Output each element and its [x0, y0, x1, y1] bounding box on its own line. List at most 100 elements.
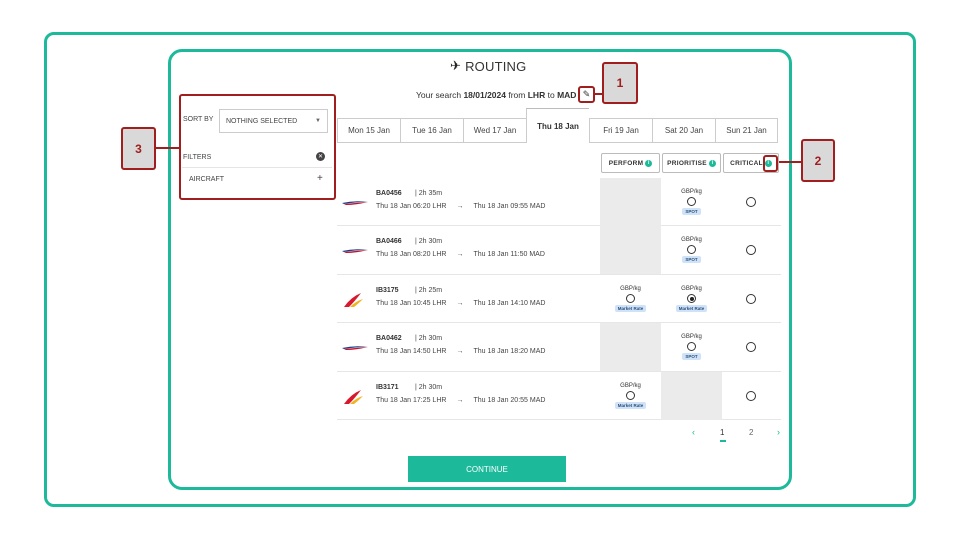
callout-2: 2 [801, 139, 835, 182]
perform-cell: GBP/kg Market Rate [600, 275, 661, 323]
flight-number: BA0456 [376, 190, 402, 197]
perform-cell [600, 226, 661, 275]
flight-row: BA0462 | 2h 30m Thu 18 Jan 14:50 LHR → Thu 1… [337, 323, 781, 372]
arrival: Thu 18 Jan 09:55 MAD [473, 203, 546, 210]
iberia-logo [341, 291, 369, 309]
rate-unit: GBP/kg [620, 285, 641, 292]
arrow-right-icon: → [456, 203, 464, 210]
clear-filters-icon[interactable]: ✕ [316, 152, 325, 161]
perform-cell [600, 178, 661, 226]
rate-radio[interactable] [687, 342, 696, 352]
flight-row: IB3175 | 2h 25m Thu 18 Jan 10:45 LHR → Thu 1… [337, 275, 781, 324]
critical-radio[interactable] [745, 197, 756, 207]
date-tab[interactable]: Fri 19 Jan [589, 118, 652, 143]
callout-3: 3 [121, 127, 156, 170]
flight-route: Thu 18 Jan 10:45 LHR → Thu 18 Jan 14:10 MA… [376, 300, 545, 307]
rate-tag: SPOT [682, 353, 701, 361]
rate-unit: GBP/kg [681, 237, 702, 244]
arrow-right-icon: → [456, 299, 464, 307]
rate-unit: GBP/kg [681, 189, 702, 195]
page-title-text: ROUTING [465, 58, 527, 74]
prioritise-cell: GBP/kg SPOT [661, 323, 722, 371]
prioritise-cell: GBP/kg SPOT [661, 226, 722, 274]
flight-number: IB3175 [376, 286, 399, 294]
sidebar-divider [182, 167, 332, 168]
sort-select[interactable]: NOTHING SELECTED ▼ [219, 109, 328, 133]
callout-2-connector [777, 161, 801, 163]
flight-row: BA0466 | 2h 30m Thu 18 Jan 08:20 LHR → Thu 1… [337, 226, 781, 275]
previous-page-icon[interactable]: ‹ [692, 427, 695, 437]
date-tab[interactable]: Tue 16 Jan [400, 118, 463, 143]
flight-number: BA0466 [376, 238, 402, 246]
flight-route: Thu 18 Jan 08:20 LHR → Thu 18 Jan 11:50 MA… [376, 251, 545, 258]
perform-cell [600, 323, 661, 372]
date-tab[interactable]: Sun 21 Jan [715, 118, 778, 143]
rate-radio[interactable] [626, 293, 635, 303]
rate-radio[interactable] [687, 197, 696, 206]
departure: Thu 18 Jan 14:50 LHR [376, 348, 447, 356]
rate-unit: GBP/kg [681, 285, 702, 292]
perform-cell: GBP/kg Market Rate [600, 372, 661, 420]
prioritise-cell: GBP/kg Market Rate [661, 275, 722, 323]
page-2[interactable]: 2 [749, 428, 753, 437]
critical-cell [720, 275, 781, 323]
critical-radio[interactable] [745, 293, 756, 304]
filters-label: FILTERS [183, 154, 212, 161]
flight-duration: | 2h 30m [415, 383, 443, 391]
iberia-logo [341, 388, 369, 406]
arrival: Thu 18 Jan 18:20 MAD [473, 348, 546, 356]
rate-tag: Market Rate [675, 304, 708, 312]
page-1[interactable]: 1 [720, 428, 724, 437]
arrow-right-icon: → [456, 396, 464, 404]
sort-select-value: NOTHING SELECTED [226, 117, 298, 125]
flight-route: Thu 18 Jan 06:20 LHR → Thu 18 Jan 09:55 MA… [376, 203, 545, 210]
rate-tag: Market Rate [614, 401, 647, 409]
info-icon[interactable]: i [645, 159, 653, 167]
rate-tag: Market Rate [614, 304, 647, 312]
info-icon[interactable]: i [708, 159, 716, 167]
critical-cell [720, 226, 781, 274]
page-title: ✈ ROUTING [450, 58, 526, 74]
aircraft-filter-label[interactable]: AIRCRAFT [189, 176, 224, 183]
search-summary: Your search 18/01/2024 from LHR to MAD [416, 90, 577, 100]
rate-radio[interactable] [687, 245, 696, 255]
arrival: Thu 18 Jan 11:50 MAD [473, 251, 545, 259]
critical-radio[interactable] [745, 342, 756, 353]
rate-radio[interactable] [687, 293, 696, 303]
critical-radio[interactable] [745, 245, 756, 256]
prioritise-cell: GBP/kg SPOT [661, 178, 722, 226]
next-page-icon[interactable]: › [777, 427, 780, 437]
flight-number: BA0462 [376, 335, 402, 343]
arrival: Thu 18 Jan 20:55 MAD [473, 396, 546, 404]
flight-duration: | 2h 35m [415, 190, 443, 197]
callout-1-highlight [578, 86, 595, 103]
rate-radio[interactable] [626, 390, 635, 400]
info-icon[interactable]: i [764, 159, 772, 167]
callout-1: 1 [602, 62, 638, 104]
date-tab[interactable]: Sat 20 Jan [652, 118, 715, 143]
critical-cell [720, 323, 781, 371]
flight-route: Thu 18 Jan 14:50 LHR → Thu 18 Jan 18:20 MA… [376, 348, 545, 355]
rate-unit: GBP/kg [681, 334, 702, 341]
flight-route: Thu 18 Jan 17:25 LHR → Thu 18 Jan 20:55 MA… [376, 397, 545, 404]
departure: Thu 18 Jan 17:25 LHR [376, 396, 447, 404]
plane-icon: ✈ [450, 58, 462, 73]
prioritise-header: PRIORITISE i [662, 153, 721, 173]
perform-header: PERFORM i [601, 153, 660, 173]
departure: Thu 18 Jan 06:20 LHR [376, 203, 447, 210]
date-tab[interactable]: Wed 17 Jan [463, 118, 526, 143]
callout-3-connector [155, 147, 179, 149]
critical-cell [720, 178, 781, 226]
date-tab[interactable]: Thu 18 Jan [526, 108, 589, 143]
british-airways-logo [341, 194, 369, 212]
critical-radio[interactable] [745, 390, 756, 401]
critical-header: CRITICAL i [723, 153, 779, 173]
date-tab[interactable]: Mon 15 Jan [337, 118, 400, 143]
expand-aircraft-icon[interactable]: + [317, 173, 323, 184]
callout-1-connector [594, 93, 602, 95]
rate-tag: SPOT [682, 256, 701, 264]
flight-row: BA0456 | 2h 35m Thu 18 Jan 06:20 LHR → Thu 1… [337, 178, 781, 227]
continue-button[interactable]: CONTINUE [408, 456, 566, 482]
arrow-right-icon: → [456, 251, 464, 259]
rate-tag: SPOT [682, 208, 701, 215]
